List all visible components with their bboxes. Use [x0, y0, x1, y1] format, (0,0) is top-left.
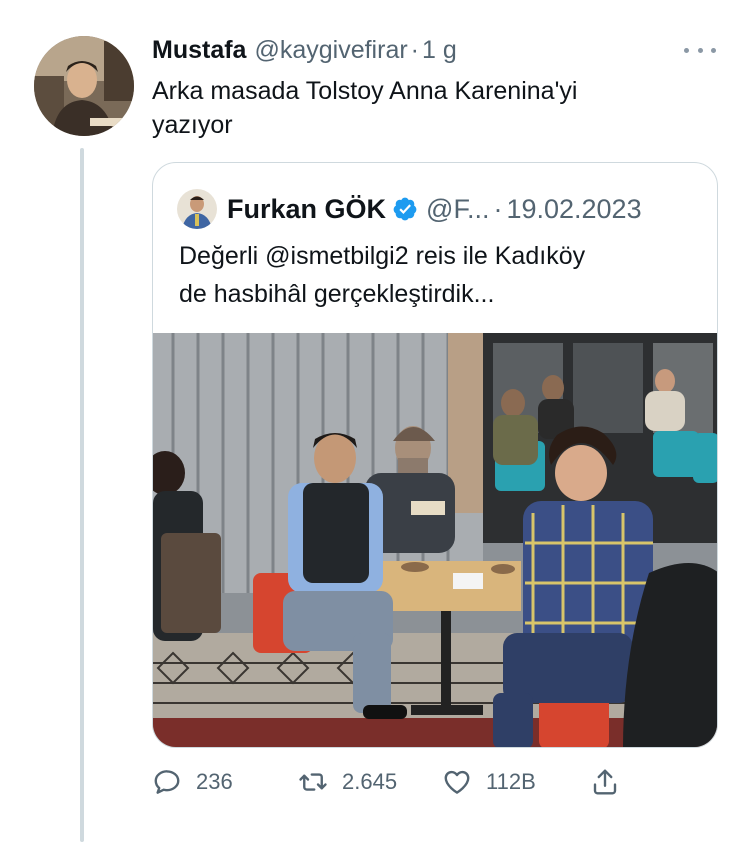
retweet-icon: [299, 773, 327, 791]
quoted-tweet[interactable]: Furkan GÖK @F... · 19.02.2023 Değerli @i…: [152, 162, 718, 748]
retweet-button[interactable]: 2.645: [298, 764, 397, 800]
share-button[interactable]: [590, 764, 620, 800]
quoted-author-name[interactable]: Furkan GÖK: [227, 194, 386, 225]
quoted-tweet-header: Furkan GÖK @F... · 19.02.2023: [177, 189, 642, 229]
retweet-count: 2.645: [342, 769, 398, 794]
author-avatar[interactable]: [34, 36, 134, 136]
cafe-photo[interactable]: [153, 333, 718, 748]
tweet-text: Arka masada Tolstoy Anna Karenina'yi yaz…: [152, 74, 712, 142]
quoted-text-line: de hasbihâl gerçekleştirdik...: [179, 280, 495, 308]
thread-line: [80, 148, 84, 842]
like-count: 112B: [486, 769, 536, 794]
tweet-time[interactable]: 1 g: [422, 36, 457, 65]
reply-button[interactable]: 236: [152, 764, 233, 800]
quoted-tweet-text: Değerli @ismetbilgi2 reis ile Kadıköy de…: [179, 237, 699, 313]
quoted-tweet-date[interactable]: 19.02.2023: [506, 194, 641, 225]
reply-count: 236: [196, 769, 233, 794]
separator-dot: ·: [410, 35, 419, 64]
tweet-header: Mustafa @kaygivefirar · 1 g: [152, 34, 457, 66]
more-icon[interactable]: [684, 40, 716, 60]
author-name[interactable]: Mustafa: [152, 36, 246, 65]
quoted-text-line: Değerli @ismetbilgi2 reis ile Kadıköy: [179, 242, 586, 270]
tweet-text-line: Arka masada Tolstoy Anna Karenina'yi: [152, 77, 578, 105]
reply-icon: [154, 770, 180, 794]
tweet-text-line: yazıyor: [152, 111, 233, 139]
like-icon: [444, 770, 470, 794]
quoted-author-avatar[interactable]: [177, 189, 217, 229]
tweet-actions: 236 2.645 112B: [152, 764, 632, 800]
share-icon: [593, 769, 617, 795]
like-button[interactable]: 112B: [442, 764, 536, 800]
separator-dot: ·: [493, 193, 503, 224]
quoted-author-handle[interactable]: @F...: [426, 194, 489, 225]
author-handle[interactable]: @kaygivefirar: [254, 36, 407, 65]
verified-badge-icon: [393, 197, 417, 221]
